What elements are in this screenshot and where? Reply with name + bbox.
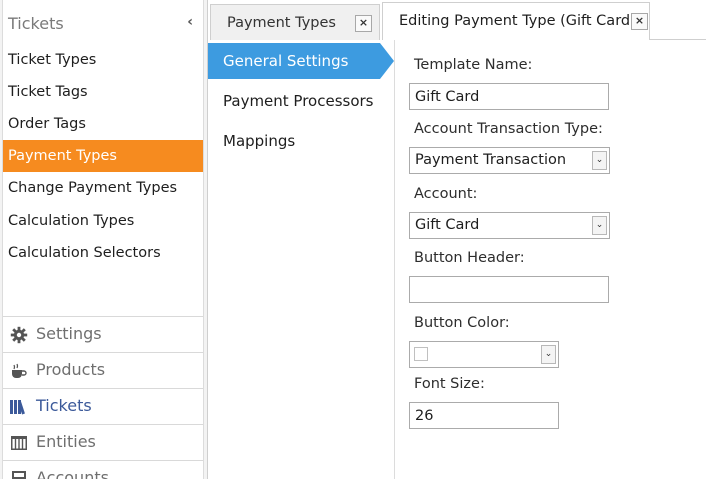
chevron-down-icon[interactable]: ⌄ <box>592 216 607 235</box>
sidebar-item-ticket-tags[interactable]: Ticket Tags <box>3 76 203 108</box>
account-transaction-type-label: Account Transaction Type: <box>414 121 603 137</box>
tab-label: Payment Types <box>227 15 336 31</box>
sidebar-item-change-payment-types[interactable]: Change Payment Types <box>3 172 203 204</box>
color-swatch <box>414 347 428 361</box>
sidebar-item-calculation-types[interactable]: Calculation Types <box>3 205 203 237</box>
general-settings-form: Template Name: Account Transaction Type:… <box>396 40 706 479</box>
close-icon[interactable]: × <box>355 15 372 32</box>
coffee-cup-icon <box>12 363 27 378</box>
sidebar-title: Tickets <box>8 14 64 33</box>
account-transaction-type-select[interactable]: Payment Transaction ⌄ <box>409 147 610 174</box>
button-color-label: Button Color: <box>414 315 510 331</box>
nav-section-label: Tickets <box>36 396 92 415</box>
tab-label: Editing Payment Type (Gift Card) <box>399 13 636 29</box>
calculator-icon <box>12 471 26 479</box>
template-name-input[interactable] <box>409 83 609 110</box>
nav-section-label: Products <box>36 360 106 379</box>
sidebar-item-order-tags[interactable]: Order Tags <box>3 108 203 140</box>
button-header-input[interactable] <box>409 276 609 303</box>
nav-section-entities[interactable]: Entities <box>3 424 203 460</box>
tab-editing-payment-type[interactable]: Editing Payment Type (Gift Card) × <box>382 2 650 40</box>
tab-payment-types[interactable]: Payment Types × <box>210 4 380 40</box>
account-label: Account: <box>414 186 478 202</box>
settings-item-label: General Settings <box>223 52 349 70</box>
document-tab-bar: Payment Types × Editing Payment Type (Gi… <box>208 0 706 40</box>
chevron-down-icon[interactable]: ⌄ <box>592 151 607 170</box>
font-size-label: Font Size: <box>414 376 485 392</box>
settings-category-list: General Settings Payment Processors Mapp… <box>208 40 395 479</box>
nav-section-accounts[interactable]: Accounts <box>3 460 203 479</box>
font-size-input[interactable] <box>409 402 559 429</box>
nav-section-settings[interactable]: Settings <box>3 316 203 352</box>
selection-arrow-icon <box>380 43 394 79</box>
nav-section-label: Settings <box>36 324 102 343</box>
button-color-select[interactable]: ⌄ <box>409 341 559 368</box>
books-icon <box>10 400 25 415</box>
sidebar-item-payment-types[interactable]: Payment Types <box>3 140 203 172</box>
select-value: Gift Card <box>415 217 480 233</box>
table-icon <box>11 436 27 450</box>
nav-section-products[interactable]: Products <box>3 352 203 388</box>
sidebar-panel: Tickets ‹ Ticket Types Ticket Tags Order… <box>2 0 204 479</box>
settings-item-general-settings[interactable]: General Settings <box>208 43 394 79</box>
settings-item-mappings[interactable]: Mappings <box>208 123 380 159</box>
sidebar-item-calculation-selectors[interactable]: Calculation Selectors <box>3 237 203 269</box>
collapse-chevron-icon[interactable]: ‹ <box>187 14 193 30</box>
button-header-label: Button Header: <box>414 250 525 266</box>
left-sidebar: Tickets ‹ Ticket Types Ticket Tags Order… <box>0 0 208 479</box>
sidebar-item-ticket-types[interactable]: Ticket Types <box>3 44 203 76</box>
nav-section-label: Entities <box>36 432 96 451</box>
template-name-label: Template Name: <box>414 57 533 73</box>
gear-icon <box>10 326 28 344</box>
sidebar-header: Tickets ‹ <box>3 8 205 40</box>
chevron-down-icon[interactable]: ⌄ <box>541 345 556 364</box>
close-icon[interactable]: × <box>631 13 648 30</box>
nav-section-tickets[interactable]: Tickets <box>3 388 203 424</box>
nav-section-label: Accounts <box>36 468 109 479</box>
settings-item-payment-processors[interactable]: Payment Processors <box>208 83 380 119</box>
account-select[interactable]: Gift Card ⌄ <box>409 212 610 239</box>
select-value: Payment Transaction <box>415 152 567 168</box>
